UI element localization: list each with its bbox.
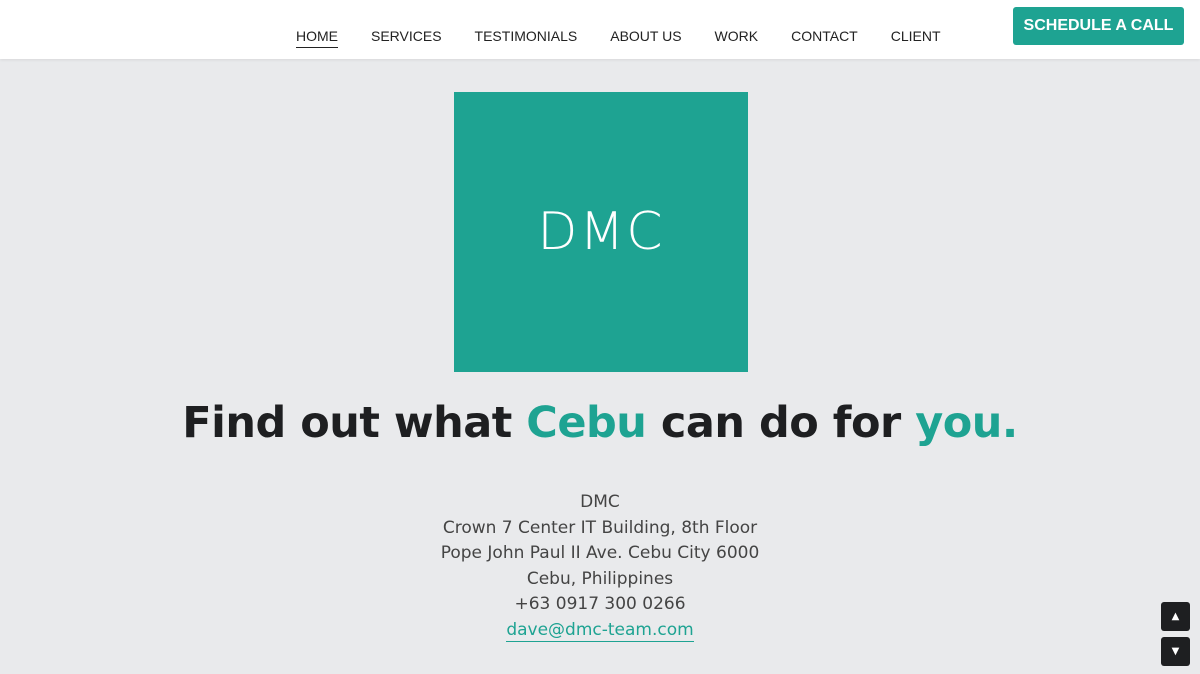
scroll-down-button[interactable]: ▼ (1161, 637, 1190, 666)
schedule-call-button[interactable]: SCHEDULE A CALL (1013, 7, 1184, 45)
company-name: DMC (580, 492, 620, 512)
nav-contact-link[interactable]: CONTACT (791, 28, 858, 48)
nav-services-link[interactable]: SERVICES (371, 28, 442, 48)
nav-about-us-link[interactable]: ABOUT US (610, 28, 681, 48)
headline-accent-you: you. (915, 398, 1018, 448)
address-line-3: Cebu, Philippines (526, 568, 674, 589)
headline-part-2: can do for (646, 398, 916, 448)
phone-number: +63 0917 300 0266 (514, 594, 686, 615)
address-line-1: Crown 7 Center IT Building, 8th Floor (442, 517, 758, 538)
nav-home-link[interactable]: HOME (296, 28, 338, 48)
hero-headline: Find out what Cebu can do for you. (0, 398, 1200, 448)
headline-accent-cebu: Cebu (526, 398, 647, 448)
dmc-logo: DMC (454, 92, 748, 372)
main-nav: HOME SERVICES TESTIMONIALS ABOUT US WORK… (296, 28, 974, 48)
nav-testimonials-link[interactable]: TESTIMONIALS (475, 28, 578, 48)
address-line-2: Pope John Paul II Ave. Cebu City 6000 (440, 543, 760, 564)
top-navbar: HOME SERVICES TESTIMONIALS ABOUT US WORK… (0, 0, 1200, 59)
caret-up-icon: ▲ (1171, 611, 1180, 622)
contact-address-block: DMC Crown 7 Center IT Building, 8th Floo… (0, 490, 1200, 644)
nav-work-link[interactable]: WORK (715, 28, 759, 48)
headline-part-1: Find out what (182, 398, 527, 448)
caret-down-icon: ▼ (1171, 646, 1180, 657)
nav-client-link[interactable]: CLIENT (891, 28, 941, 48)
scroll-up-button[interactable]: ▲ (1161, 602, 1190, 631)
email-link[interactable]: dave@dmc-team.com (506, 619, 694, 642)
logo-text: DMC (537, 202, 665, 262)
